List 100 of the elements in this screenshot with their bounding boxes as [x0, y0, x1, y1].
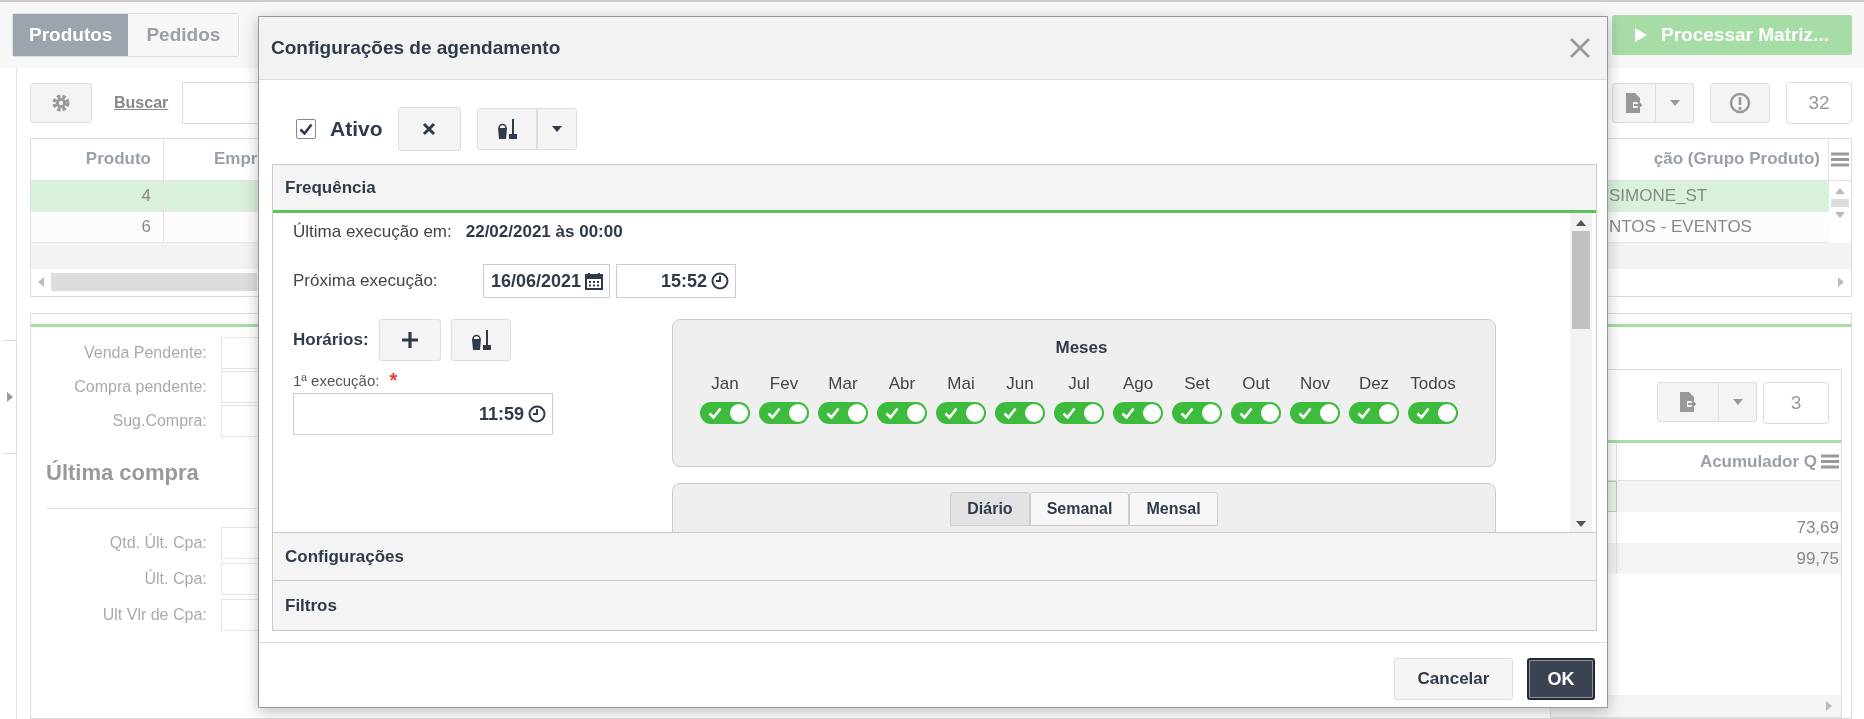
settings-icon: [51, 93, 71, 113]
month-toggle[interactable]: [1172, 402, 1222, 424]
export-dropdown-button[interactable]: [1719, 382, 1757, 422]
table-cell: 6: [31, 211, 164, 242]
field-label: Sug.Compra:: [111, 412, 207, 430]
month-toggle[interactable]: [877, 402, 927, 424]
close-icon: [422, 122, 436, 136]
month-label: Set: [1184, 374, 1210, 394]
check-icon: [1003, 407, 1017, 419]
month-toggle[interactable]: [1349, 402, 1399, 424]
count-badge: 3: [1763, 382, 1829, 424]
play-icon: [1635, 28, 1648, 42]
last-run-value: 22/02/2021 às 00:00: [465, 222, 623, 242]
active-checkbox[interactable]: [296, 119, 316, 139]
period-tab[interactable]: Mensal: [1129, 492, 1218, 526]
check-icon: [1121, 407, 1135, 419]
date-field[interactable]: 16/06/2021: [483, 264, 610, 298]
alert-icon: [1729, 92, 1751, 114]
month-toggle[interactable]: [1113, 402, 1163, 424]
check-icon: [1239, 407, 1253, 419]
down-arrow-icon: [1835, 210, 1845, 219]
month-label: Jan: [711, 374, 739, 394]
cancel-button[interactable]: Cancelar: [1394, 658, 1513, 700]
clean-button[interactable]: [451, 319, 511, 361]
month-toggle[interactable]: [936, 402, 986, 424]
month-label: Fev: [769, 374, 799, 394]
month-toggle[interactable]: [1054, 402, 1104, 424]
checkbox-label: Ativo: [330, 117, 383, 141]
check-icon: [885, 407, 899, 419]
table-cell-text: 73,69: [1795, 516, 1840, 539]
right-arrow-icon: [1825, 701, 1833, 711]
clean-dropdown-button[interactable]: [536, 108, 577, 150]
ok-button[interactable]: OK: [1527, 658, 1595, 700]
check-icon: [944, 407, 958, 419]
month-toggle[interactable]: [1231, 402, 1281, 424]
check-icon: [1298, 407, 1312, 419]
clock-icon: [528, 405, 546, 423]
month-toggle[interactable]: [700, 402, 750, 424]
panel-title: Meses: [1054, 338, 1109, 358]
month-label: Jun: [1006, 374, 1034, 394]
vertical-scrollbar[interactable]: [1570, 213, 1592, 532]
scroll-thumb[interactable]: [1831, 198, 1849, 207]
menu-icon: [1831, 151, 1849, 167]
search-link[interactable]: Buscar: [114, 94, 169, 112]
export-button[interactable]: [1657, 382, 1719, 422]
month-label: Jul: [1068, 374, 1090, 394]
clean-button[interactable]: [476, 108, 537, 150]
close-icon: [1569, 37, 1591, 59]
caret-icon: [1732, 399, 1743, 405]
check-icon: [299, 123, 313, 135]
table-cell: 4: [31, 180, 164, 211]
check-icon: [708, 407, 722, 419]
calendar-icon: [585, 272, 603, 290]
accordion-header[interactable]: Configurações: [273, 532, 1596, 580]
caret-icon: [551, 126, 562, 132]
menu-icon: [1821, 454, 1839, 469]
up-arrow-icon: [1576, 219, 1586, 227]
month-label: Todos: [1410, 374, 1456, 394]
check-icon: [1357, 407, 1371, 419]
check-icon: [1180, 407, 1194, 419]
check-icon: [767, 407, 781, 419]
table-cell-text: SIMONE_ST: [1608, 184, 1709, 207]
field-label: Qtd. Últ. Cpa:: [108, 534, 207, 552]
table-cell-text: 99,75: [1795, 547, 1840, 570]
export-dropdown-button[interactable]: [1656, 83, 1694, 123]
bucket-broom-icon: [470, 329, 492, 351]
file-export-icon: [1678, 391, 1698, 413]
alert-button[interactable]: [1710, 83, 1770, 123]
settings-button[interactable]: [30, 83, 92, 123]
required-mark: *: [389, 368, 398, 392]
close-button[interactable]: [1569, 37, 1591, 59]
right-arrow-icon: [5, 392, 14, 402]
accordion-header[interactable]: Filtros: [273, 580, 1596, 630]
month-label: Out: [1242, 374, 1270, 394]
clear-button[interactable]: [397, 107, 461, 151]
month-label: Ago: [1122, 374, 1154, 394]
table-cell-text: NTOS - EVENTOS: [1608, 215, 1753, 238]
field-label: Venda Pendente:: [82, 344, 207, 362]
scroll-thumb[interactable]: [1572, 231, 1590, 329]
period-tab[interactable]: Semanal: [1029, 492, 1130, 526]
month-toggle[interactable]: [1408, 402, 1458, 424]
month-toggle[interactable]: [759, 402, 809, 424]
export-button[interactable]: [1612, 83, 1656, 123]
field-label: Última execução em:: [293, 222, 452, 242]
add-button[interactable]: [379, 319, 441, 361]
time-field[interactable]: 11:59: [293, 393, 553, 435]
up-arrow-icon: [1835, 186, 1845, 195]
month-label: Dez: [1358, 374, 1390, 394]
clock-icon: [711, 272, 729, 290]
month-label: Nov: [1299, 374, 1331, 394]
accordion-header[interactable]: Frequência: [273, 165, 1596, 213]
month-toggle[interactable]: [995, 402, 1045, 424]
month-toggle[interactable]: [818, 402, 868, 424]
period-tab[interactable]: Diário: [950, 492, 1030, 526]
field-label: Ult Vlr de Cpa:: [101, 606, 207, 624]
time-field[interactable]: 15:52: [616, 264, 736, 298]
bucket-broom-icon: [495, 118, 518, 140]
month-label: Mar: [828, 374, 858, 394]
side-panel-tab[interactable]: [3, 340, 17, 454]
month-toggle[interactable]: [1290, 402, 1340, 424]
